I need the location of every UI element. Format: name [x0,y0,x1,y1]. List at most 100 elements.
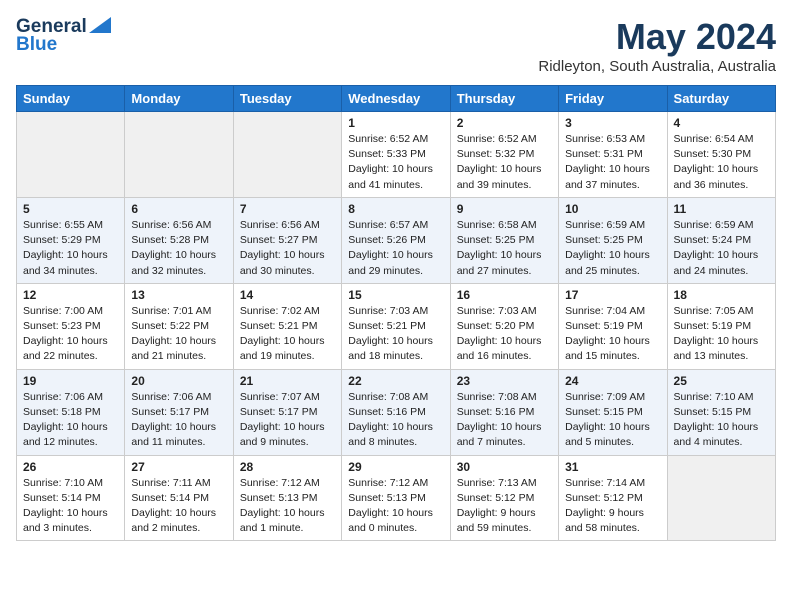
day-info: Sunrise: 7:11 AM Sunset: 5:14 PM Dayligh… [131,476,226,537]
day-number: 22 [348,374,443,388]
day-number: 18 [674,288,769,302]
day-number: 7 [240,202,335,216]
day-info: Sunrise: 7:08 AM Sunset: 5:16 PM Dayligh… [457,390,552,451]
title-block: May 2024 Ridleyton, South Australia, Aus… [538,16,776,75]
calendar-header-monday: Monday [125,86,233,112]
calendar-week-1: 1 Sunrise: 6:52 AM Sunset: 5:33 PM Daylig… [17,112,776,198]
day-number: 20 [131,374,226,388]
day-info: Sunrise: 7:03 AM Sunset: 5:20 PM Dayligh… [457,304,552,365]
day-info: Sunrise: 7:06 AM Sunset: 5:17 PM Dayligh… [131,390,226,451]
day-info: Sunrise: 6:59 AM Sunset: 5:25 PM Dayligh… [565,218,660,279]
day-number: 12 [23,288,118,302]
day-info: Sunrise: 6:53 AM Sunset: 5:31 PM Dayligh… [565,132,660,193]
day-number: 17 [565,288,660,302]
day-info: Sunrise: 7:09 AM Sunset: 5:15 PM Dayligh… [565,390,660,451]
day-info: Sunrise: 7:10 AM Sunset: 5:15 PM Dayligh… [674,390,769,451]
day-number: 1 [348,116,443,130]
day-number: 3 [565,116,660,130]
day-info: Sunrise: 7:14 AM Sunset: 5:12 PM Dayligh… [565,476,660,537]
day-number: 5 [23,202,118,216]
day-info: Sunrise: 7:10 AM Sunset: 5:14 PM Dayligh… [23,476,118,537]
calendar-table: SundayMondayTuesdayWednesdayThursdayFrid… [16,85,776,541]
calendar-cell: 27Sunrise: 7:11 AM Sunset: 5:14 PM Dayli… [125,455,233,541]
calendar-cell: 13Sunrise: 7:01 AM Sunset: 5:22 PM Dayli… [125,283,233,369]
calendar-header-sunday: Sunday [17,86,125,112]
day-number: 9 [457,202,552,216]
calendar-week-3: 12 Sunrise: 7:00 AM Sunset: 5:23 PM Dayli… [17,283,776,369]
calendar-cell: 10 Sunrise: 6:59 AM Sunset: 5:25 PM Dayli… [559,197,667,283]
calendar-cell: 22 Sunrise: 7:08 AM Sunset: 5:16 PM Dayli… [342,369,450,455]
calendar-cell: 19 Sunrise: 7:06 AM Sunset: 5:18 PM Dayli… [17,369,125,455]
day-info: Sunrise: 7:04 AM Sunset: 5:19 PM Dayligh… [565,304,660,365]
calendar-week-2: 5 Sunrise: 6:55 AM Sunset: 5:29 PM Daylig… [17,197,776,283]
calendar-cell: 4 Sunrise: 6:54 AM Sunset: 5:30 PM Daylig… [667,112,775,198]
calendar-cell: 31 Sunrise: 7:14 AM Sunset: 5:12 PM Dayli… [559,455,667,541]
calendar-cell: 26 Sunrise: 7:10 AM Sunset: 5:14 PM Dayli… [17,455,125,541]
calendar-week-5: 26 Sunrise: 7:10 AM Sunset: 5:14 PM Dayli… [17,455,776,541]
logo-blue: Blue [16,34,57,56]
calendar-header-saturday: Saturday [667,86,775,112]
calendar-cell: 2 Sunrise: 6:52 AM Sunset: 5:32 PM Daylig… [450,112,558,198]
page-header: General Blue May 2024 Ridleyton, South A… [16,16,776,75]
day-number: 8 [348,202,443,216]
day-number: 21 [240,374,335,388]
calendar-cell [667,455,775,541]
day-number: 16 [457,288,552,302]
day-number: 26 [23,460,118,474]
calendar-cell: 3 Sunrise: 6:53 AM Sunset: 5:31 PM Daylig… [559,112,667,198]
day-info: Sunrise: 6:55 AM Sunset: 5:29 PM Dayligh… [23,218,118,279]
day-info: Sunrise: 6:54 AM Sunset: 5:30 PM Dayligh… [674,132,769,193]
day-info: Sunrise: 7:08 AM Sunset: 5:16 PM Dayligh… [348,390,443,451]
calendar-cell: 21 Sunrise: 7:07 AM Sunset: 5:17 PM Dayli… [233,369,341,455]
day-number: 2 [457,116,552,130]
calendar-cell: 25 Sunrise: 7:10 AM Sunset: 5:15 PM Dayli… [667,369,775,455]
day-number: 24 [565,374,660,388]
calendar-cell [17,112,125,198]
calendar-header-wednesday: Wednesday [342,86,450,112]
day-info: Sunrise: 7:12 AM Sunset: 5:13 PM Dayligh… [348,476,443,537]
calendar-cell: 18Sunrise: 7:05 AM Sunset: 5:19 PM Dayli… [667,283,775,369]
calendar-header-friday: Friday [559,86,667,112]
calendar-header-tuesday: Tuesday [233,86,341,112]
day-info: Sunrise: 6:52 AM Sunset: 5:33 PM Dayligh… [348,132,443,193]
day-number: 28 [240,460,335,474]
day-info: Sunrise: 6:59 AM Sunset: 5:24 PM Dayligh… [674,218,769,279]
calendar-cell: 16 Sunrise: 7:03 AM Sunset: 5:20 PM Dayli… [450,283,558,369]
day-info: Sunrise: 6:56 AM Sunset: 5:27 PM Dayligh… [240,218,335,279]
calendar-header-thursday: Thursday [450,86,558,112]
calendar-cell: 7 Sunrise: 6:56 AM Sunset: 5:27 PM Daylig… [233,197,341,283]
calendar-week-4: 19 Sunrise: 7:06 AM Sunset: 5:18 PM Dayli… [17,369,776,455]
day-info: Sunrise: 6:52 AM Sunset: 5:32 PM Dayligh… [457,132,552,193]
day-number: 6 [131,202,226,216]
day-info: Sunrise: 7:12 AM Sunset: 5:13 PM Dayligh… [240,476,335,537]
day-info: Sunrise: 7:01 AM Sunset: 5:22 PM Dayligh… [131,304,226,365]
day-number: 30 [457,460,552,474]
logo-icon [89,17,111,33]
calendar-cell: 24 Sunrise: 7:09 AM Sunset: 5:15 PM Dayli… [559,369,667,455]
calendar-cell: 20 Sunrise: 7:06 AM Sunset: 5:17 PM Dayli… [125,369,233,455]
day-number: 19 [23,374,118,388]
calendar-cell: 30Sunrise: 7:13 AM Sunset: 5:12 PM Dayli… [450,455,558,541]
day-info: Sunrise: 7:06 AM Sunset: 5:18 PM Dayligh… [23,390,118,451]
day-number: 4 [674,116,769,130]
logo: General Blue [16,16,111,56]
calendar-cell: 8 Sunrise: 6:57 AM Sunset: 5:26 PM Daylig… [342,197,450,283]
day-number: 10 [565,202,660,216]
day-number: 31 [565,460,660,474]
day-number: 15 [348,288,443,302]
calendar-cell: 5 Sunrise: 6:55 AM Sunset: 5:29 PM Daylig… [17,197,125,283]
calendar-header-row: SundayMondayTuesdayWednesdayThursdayFrid… [17,86,776,112]
day-number: 11 [674,202,769,216]
calendar-cell [233,112,341,198]
day-info: Sunrise: 6:57 AM Sunset: 5:26 PM Dayligh… [348,218,443,279]
month-title: May 2024 [538,16,776,58]
calendar-cell: 14Sunrise: 7:02 AM Sunset: 5:21 PM Dayli… [233,283,341,369]
day-number: 29 [348,460,443,474]
day-info: Sunrise: 7:07 AM Sunset: 5:17 PM Dayligh… [240,390,335,451]
day-number: 25 [674,374,769,388]
calendar-cell: 1 Sunrise: 6:52 AM Sunset: 5:33 PM Daylig… [342,112,450,198]
day-info: Sunrise: 7:00 AM Sunset: 5:23 PM Dayligh… [23,304,118,365]
day-number: 23 [457,374,552,388]
day-info: Sunrise: 6:56 AM Sunset: 5:28 PM Dayligh… [131,218,226,279]
location-title: Ridleyton, South Australia, Australia [538,58,776,75]
